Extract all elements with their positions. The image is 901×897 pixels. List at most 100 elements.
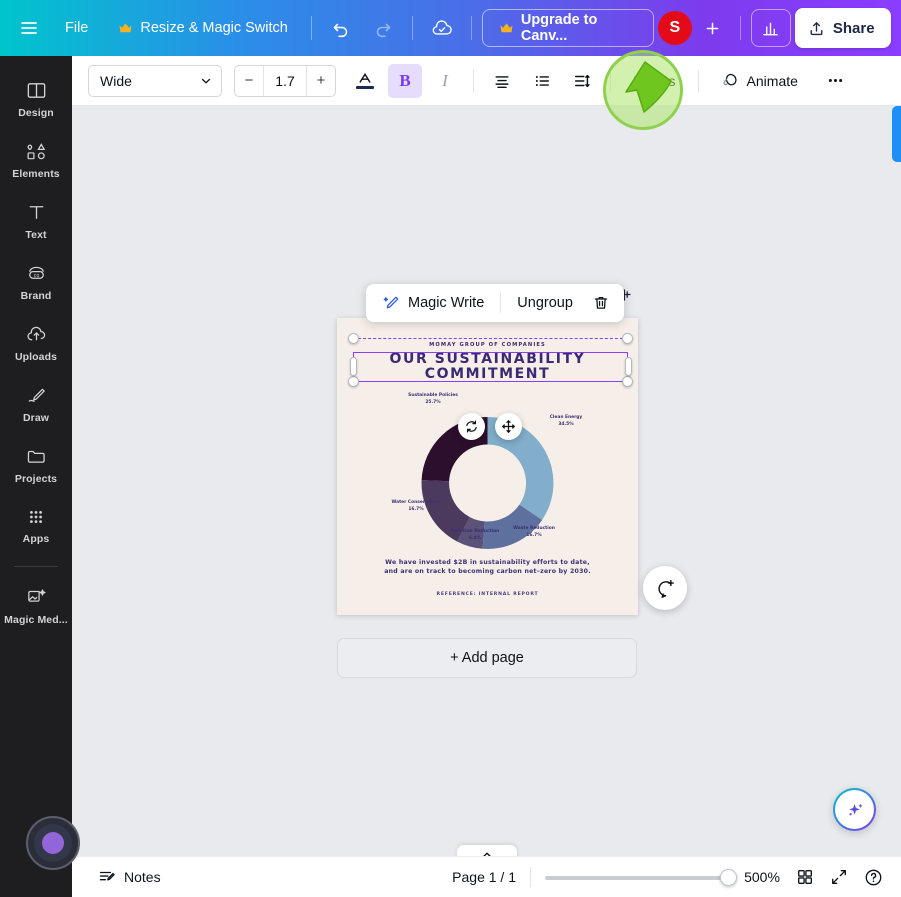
effects-button[interactable]: Effects — [622, 64, 687, 98]
zoom-slider-knob[interactable] — [720, 869, 737, 886]
chart-label-name: Sustainable Policies — [408, 393, 458, 398]
help-button[interactable] — [857, 861, 889, 893]
chart-label-water-conservation: Water Conservation 16.7% — [385, 500, 447, 513]
sidebar-item-label: Elements — [12, 168, 60, 180]
selection-handle-left[interactable] — [349, 357, 357, 376]
share-button[interactable]: Share — [794, 8, 891, 48]
notes-button[interactable]: Notes — [88, 862, 171, 892]
text-t-icon — [25, 201, 48, 224]
ungroup-button[interactable]: Ungroup — [508, 288, 582, 318]
undo-arrow-icon[interactable] — [322, 9, 360, 47]
sidebar-item-brand[interactable]: co Brand — [4, 253, 68, 309]
bottom-bar-right-group: Page 1 / 1 500% — [452, 861, 901, 893]
selection-dashed-top — [353, 338, 628, 339]
hamburger-menu-icon[interactable] — [10, 9, 48, 47]
sidebar-divider — [14, 566, 58, 567]
grid-view-button[interactable] — [789, 861, 821, 893]
chart-label-value: 16.7% — [408, 506, 424, 512]
zoom-slider[interactable] — [545, 868, 737, 886]
bottom-status-bar: Notes Page 1 / 1 500% — [72, 856, 901, 897]
animate-circle-icon — [721, 71, 740, 90]
add-collaborator-button[interactable] — [696, 11, 730, 45]
bottom-bar-divider — [530, 867, 531, 887]
text-color-swatch — [356, 85, 374, 90]
right-panel-edge[interactable] — [892, 106, 901, 162]
chart-label-value: 6.4% — [468, 535, 482, 541]
crown-icon — [499, 21, 514, 36]
text-align-button[interactable] — [485, 64, 519, 98]
header-divider-1 — [310, 16, 312, 40]
font-size-value[interactable]: 1.7 — [263, 65, 307, 96]
delete-button[interactable] — [586, 288, 616, 318]
chart-label-pollution-reduction: Pollution Reduction 6.4% — [443, 529, 507, 542]
rotate-handle-icon[interactable] — [458, 413, 485, 440]
element-context-toolbar: Magic Write Ungroup — [366, 284, 624, 322]
user-avatar[interactable]: S — [657, 11, 692, 45]
magic-media-icon — [25, 586, 48, 609]
sidebar-item-draw[interactable]: Draw — [4, 375, 68, 431]
toolbar-divider-1 — [473, 69, 474, 92]
notes-label: Notes — [124, 869, 161, 885]
font-size-stepper[interactable]: − 1.7 + — [234, 64, 336, 97]
file-menu-button[interactable]: File — [52, 10, 101, 46]
trash-icon — [592, 294, 610, 312]
chart-label-name: Pollution Reduction — [450, 529, 500, 534]
font-family-select[interactable]: Wide — [88, 64, 222, 97]
selection-handle-top-right[interactable] — [622, 333, 633, 344]
chart-label-value: 16.7% — [526, 532, 542, 538]
text-format-toolbar: Wide − 1.7 + B I Effects Animate — [72, 56, 901, 106]
record-inner-dot — [42, 832, 64, 854]
upgrade-label: Upgrade to Canv... — [520, 12, 598, 44]
grid-dots-icon — [25, 506, 47, 528]
redo-arrow-icon[interactable] — [364, 9, 402, 47]
sidebar-item-projects[interactable]: Projects — [4, 436, 68, 492]
design-reference-text: REFERENCE: INTERNAL REPORT — [436, 592, 539, 597]
animate-button[interactable]: Animate — [710, 64, 809, 98]
line-spacing-button[interactable] — [565, 64, 599, 98]
sidebar-item-apps[interactable]: Apps — [4, 497, 68, 552]
magic-assistant-button[interactable] — [833, 788, 876, 831]
chevron-down-icon — [199, 74, 213, 88]
chart-label-name: Water Conservation — [391, 500, 441, 505]
bullet-list-button[interactable] — [525, 64, 559, 98]
add-page-button[interactable]: + Add page — [337, 638, 637, 678]
more-options-button[interactable] — [819, 64, 853, 98]
element-toolbar-divider — [500, 293, 502, 313]
page-counter: Page 1 / 1 — [452, 869, 516, 885]
insights-button[interactable] — [750, 9, 791, 47]
selection-handle-right[interactable] — [624, 357, 632, 376]
bold-button[interactable]: B — [388, 63, 422, 98]
fullscreen-button[interactable] — [823, 861, 855, 893]
selection-handle-top-left[interactable] — [348, 333, 359, 344]
sidebar-item-uploads[interactable]: Uploads — [4, 314, 68, 370]
sidebar-item-design[interactable]: Design — [4, 70, 68, 126]
add-page-label: + Add page — [450, 650, 524, 666]
font-size-decrease-button[interactable]: − — [235, 66, 263, 96]
sidebar-item-text[interactable]: Text — [4, 192, 68, 248]
font-size-increase-button[interactable]: + — [307, 66, 335, 96]
magic-write-button[interactable]: Magic Write — [374, 288, 493, 318]
ungroup-label: Ungroup — [517, 295, 573, 311]
chart-label-value: 34.5% — [558, 421, 574, 427]
notes-lines-icon — [98, 868, 116, 886]
selection-handle-bottom-right[interactable] — [622, 376, 633, 387]
sidebar-item-elements[interactable]: Elements — [4, 131, 68, 187]
sidebar-item-label: Magic Med... — [4, 614, 68, 626]
record-indicator-icon[interactable] — [26, 816, 80, 870]
text-selection-frame — [348, 333, 633, 387]
effects-label: Effects — [633, 72, 676, 89]
selection-outline — [353, 352, 628, 382]
svg-text:co: co — [33, 273, 39, 279]
chart-label-name: Waste Reduction — [513, 526, 555, 531]
move-crosshair-icon[interactable] — [495, 413, 522, 440]
text-color-button[interactable] — [348, 64, 382, 98]
italic-button[interactable]: I — [428, 64, 462, 98]
zoom-level-value[interactable]: 500% — [737, 869, 787, 885]
cloud-check-icon[interactable] — [423, 9, 461, 47]
upgrade-to-canva-pro-button[interactable]: Upgrade to Canv... — [481, 9, 654, 47]
resize-magic-switch-button[interactable]: Resize & Magic Switch — [105, 10, 300, 46]
add-comment-button[interactable] — [643, 566, 687, 610]
crown-icon — [118, 21, 133, 36]
selection-handle-bottom-left[interactable] — [348, 376, 359, 387]
sidebar-item-magic-media[interactable]: Magic Med... — [4, 577, 68, 633]
